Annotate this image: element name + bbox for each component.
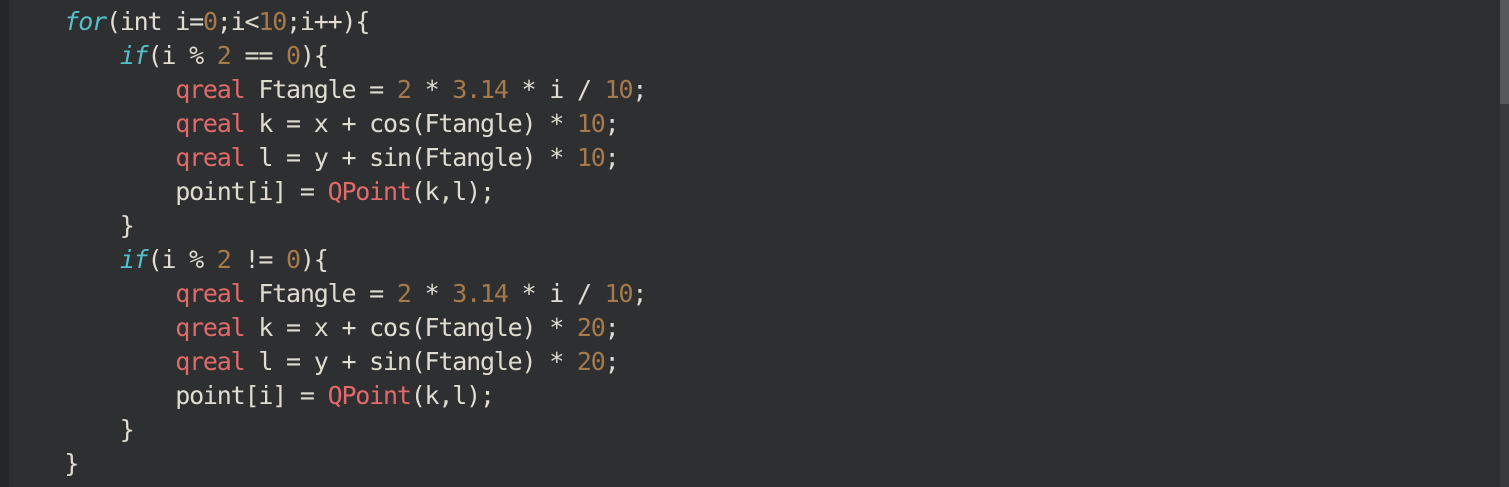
code-token: ;	[632, 279, 647, 308]
code-token: 2	[396, 279, 412, 308]
code-line[interactable]: point[i] = QPoint(k,l);	[9, 379, 495, 413]
code-token: QPoint	[327, 177, 412, 206]
code-token: *	[410, 75, 453, 104]
code-line[interactable]: for(int i=0;i<10;i++){	[9, 5, 370, 39]
code-line[interactable]: }	[9, 209, 135, 243]
code-token: qreal	[175, 75, 245, 104]
code-token: point[i] =	[9, 177, 328, 206]
code-token: 0	[202, 7, 218, 36]
code-token: (i %	[147, 245, 217, 274]
code-token: ;i++){	[286, 7, 370, 36]
code-line[interactable]: qreal Ftangle = 2 * 3.14 * i / 10;	[9, 277, 647, 311]
code-token: ){	[299, 245, 329, 274]
code-editor[interactable]: for(int i=0;i<10;i++){ if(i % 2 == 0){ q…	[0, 0, 1509, 487]
code-line[interactable]: qreal k = x + cos(Ftangle) * 10;	[9, 107, 620, 141]
code-token: for	[64, 7, 107, 36]
code-line[interactable]: qreal l = y + sin(Ftangle) * 20;	[9, 345, 620, 379]
code-token: (k,l);	[410, 177, 495, 206]
code-token: qreal	[175, 279, 245, 308]
code-token: qreal	[175, 347, 245, 376]
code-token: * i /	[507, 75, 605, 104]
code-token: ;	[604, 109, 620, 138]
code-token: ;	[604, 313, 620, 342]
scrollbar-thumb[interactable]	[1500, 0, 1509, 104]
code-token: ;i<	[216, 7, 260, 36]
code-token: ;	[604, 143, 620, 172]
code-token: QPoint	[327, 381, 412, 410]
code-token: qreal	[175, 109, 245, 138]
code-token: if	[119, 41, 149, 70]
code-token: 10	[604, 279, 634, 308]
code-token: 10	[604, 75, 634, 104]
code-token: k = x + cos(Ftangle) *	[244, 109, 577, 138]
code-token: 10	[258, 7, 287, 36]
code-token: }	[9, 449, 79, 478]
code-token: 10	[576, 109, 606, 138]
code-area[interactable]: for(int i=0;i<10;i++){ if(i % 2 == 0){ q…	[0, 0, 1500, 487]
code-line[interactable]: }	[9, 447, 79, 481]
code-token: ){	[299, 41, 329, 70]
code-token: 2	[216, 41, 232, 70]
code-token: 3.14	[452, 279, 509, 308]
code-token: 2	[396, 75, 412, 104]
code-token: Ftangle =	[244, 279, 397, 308]
code-token: 3.14	[452, 75, 509, 104]
code-token: qreal	[175, 143, 245, 172]
code-token: }	[9, 415, 135, 444]
code-line[interactable]: qreal Ftangle = 2 * 3.14 * i / 10;	[9, 73, 647, 107]
code-token: *	[410, 279, 453, 308]
code-token: * i /	[507, 279, 605, 308]
code-line[interactable]: if(i % 2 != 0){	[9, 243, 329, 277]
code-token: k = x + cos(Ftangle) *	[244, 313, 577, 342]
code-token: ==	[230, 41, 287, 70]
code-token: qreal	[175, 313, 245, 342]
code-token: point[i] =	[9, 381, 328, 410]
code-token: }	[9, 211, 135, 240]
code-line[interactable]: }	[9, 413, 135, 447]
vertical-scrollbar[interactable]	[1500, 0, 1509, 487]
code-line[interactable]: if(i % 2 == 0){	[9, 39, 329, 73]
code-token: l = y + sin(Ftangle) *	[244, 143, 577, 172]
code-token: 0	[286, 41, 301, 70]
code-token: l = y + sin(Ftangle) *	[244, 347, 577, 376]
code-token: 20	[576, 347, 606, 376]
code-token: ;	[632, 75, 647, 104]
code-line[interactable]: qreal l = y + sin(Ftangle) * 10;	[9, 141, 620, 175]
code-token: 20	[576, 313, 606, 342]
code-token: 0	[286, 245, 301, 274]
code-token: ;	[604, 347, 620, 376]
code-token: if	[119, 245, 149, 274]
code-token: (k,l);	[410, 381, 495, 410]
code-token: Ftangle =	[244, 75, 397, 104]
code-token: 2	[216, 245, 232, 274]
code-token: 10	[576, 143, 606, 172]
code-line[interactable]: qreal k = x + cos(Ftangle) * 20;	[9, 311, 620, 345]
code-token: !=	[230, 245, 287, 274]
code-token: (int i=	[105, 7, 204, 36]
code-line[interactable]: point[i] = QPoint(k,l);	[9, 175, 495, 209]
code-token: (i %	[147, 41, 217, 70]
